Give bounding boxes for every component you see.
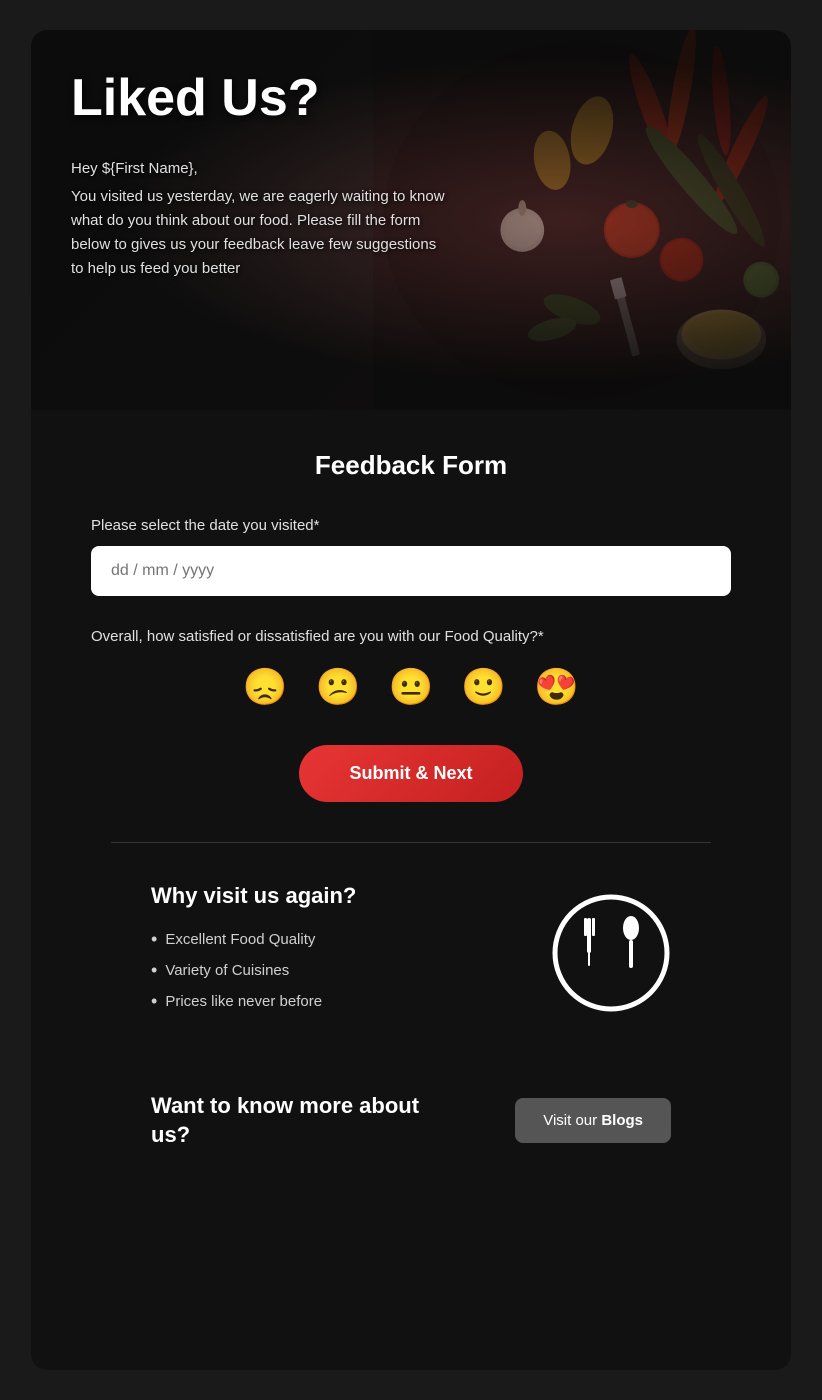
form-title: Feedback Form (91, 450, 731, 481)
submit-next-button[interactable]: Submit & Next (299, 745, 522, 802)
form-section: Feedback Form Please select the date you… (31, 410, 791, 1249)
blog-btn-highlight: Blogs (601, 1112, 643, 1129)
emoji-very-dissatisfied[interactable]: 😞 (239, 665, 292, 709)
submit-btn-wrap: Submit & Next (91, 745, 731, 802)
emoji-satisfied[interactable]: 🙂 (457, 665, 510, 709)
why-title: Why visit us again? (151, 883, 511, 909)
date-input[interactable] (91, 546, 731, 596)
page-container: Liked Us? Hey ${First Name}, You visited… (31, 30, 791, 1370)
date-label: Please select the date you visited* (91, 517, 731, 534)
visit-blogs-button[interactable]: Visit our Blogs (515, 1098, 671, 1143)
hero-content: Liked Us? Hey ${First Name}, You visited… (31, 30, 487, 321)
hero-body: Hey ${First Name}, You visited us yester… (71, 157, 447, 281)
restaurant-icon (551, 893, 671, 1013)
hero-banner: Liked Us? Hey ${First Name}, You visited… (31, 30, 791, 410)
hero-message: You visited us yesterday, we are eagerly… (71, 185, 447, 281)
section-divider (111, 842, 711, 843)
why-list: Excellent Food Quality Variety of Cuisin… (151, 929, 511, 1012)
emoji-very-satisfied[interactable]: 😍 (530, 665, 583, 709)
hero-title: Liked Us? (71, 70, 447, 127)
hero-greeting: Hey ${First Name}, (71, 157, 447, 181)
emoji-neutral[interactable]: 😐 (385, 665, 438, 709)
why-content: Why visit us again? Excellent Food Quali… (151, 883, 511, 1022)
list-item-3: Prices like never before (151, 991, 511, 1012)
emoji-row: 😞 😕 😐 🙂 😍 (91, 665, 731, 709)
satisfaction-label: Overall, how satisfied or dissatisfied a… (91, 628, 731, 645)
blog-section: Want to know more about us? Visit our Bl… (91, 1062, 731, 1209)
list-item-2: Variety of Cuisines (151, 960, 511, 981)
blog-section-title: Want to know more about us? (151, 1092, 431, 1149)
why-visit-section: Why visit us again? Excellent Food Quali… (91, 883, 731, 1062)
emoji-dissatisfied[interactable]: 😕 (312, 665, 365, 709)
blog-btn-prefix: Visit our (543, 1112, 601, 1129)
list-item-1: Excellent Food Quality (151, 929, 511, 950)
